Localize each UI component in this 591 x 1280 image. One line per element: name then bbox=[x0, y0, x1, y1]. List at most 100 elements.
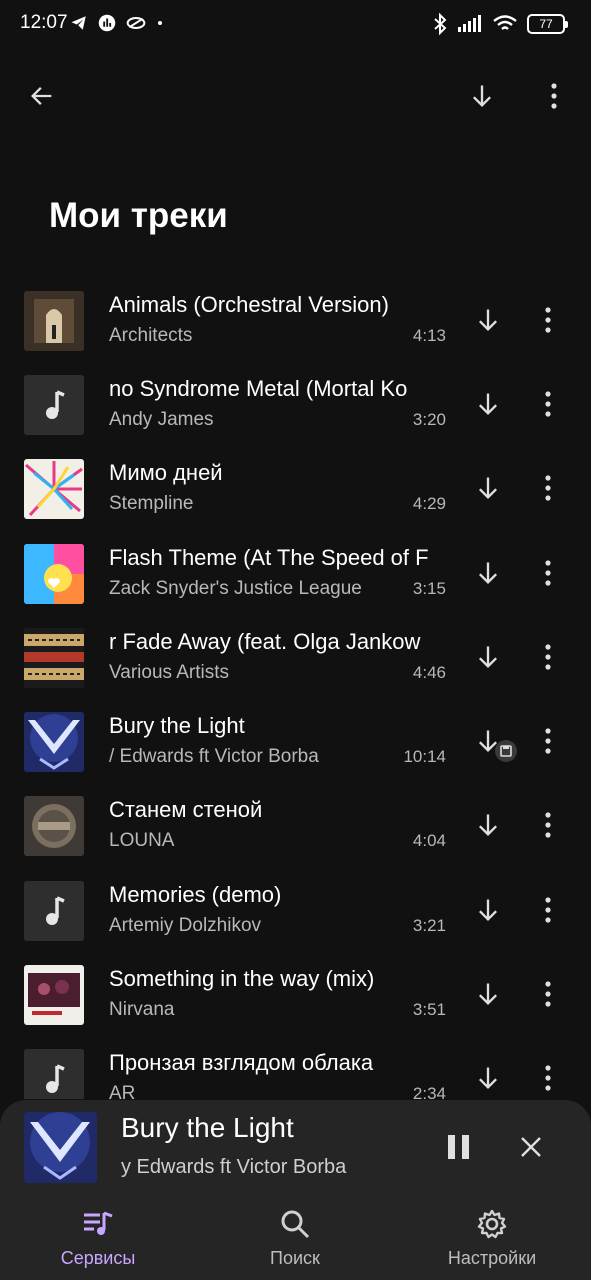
saved-icon bbox=[495, 740, 517, 762]
track-row[interactable]: Memories (demo) Artemiy Dolzhikov 3:21 bbox=[0, 869, 591, 953]
pause-button[interactable] bbox=[436, 1124, 482, 1170]
track-more-button[interactable] bbox=[528, 634, 568, 680]
track-duration: 4:04 bbox=[412, 831, 446, 850]
back-button[interactable] bbox=[18, 72, 66, 120]
download-track-button[interactable] bbox=[465, 381, 511, 427]
track-cover bbox=[24, 965, 84, 1025]
track-more-button[interactable] bbox=[528, 971, 568, 1017]
close-icon bbox=[521, 1137, 541, 1157]
more-vert-icon bbox=[551, 83, 557, 109]
track-duration: 3:15 bbox=[412, 579, 446, 598]
track-artist: Andy James bbox=[109, 409, 214, 430]
cloud-icon bbox=[126, 17, 146, 29]
telegram-icon bbox=[71, 16, 86, 30]
track-duration: 4:46 bbox=[412, 663, 446, 682]
pause-icon bbox=[448, 1135, 469, 1159]
track-more-button[interactable] bbox=[528, 1055, 568, 1099]
track-artist: Various Artists bbox=[109, 662, 230, 683]
download-icon bbox=[479, 983, 497, 1005]
mini-player-cover[interactable] bbox=[24, 1112, 97, 1183]
download-icon bbox=[479, 309, 497, 331]
music-note-icon bbox=[24, 1049, 84, 1099]
track-cover bbox=[24, 628, 84, 688]
download-all-button[interactable] bbox=[458, 72, 506, 120]
download-track-button[interactable] bbox=[465, 550, 511, 596]
dot-icon bbox=[158, 21, 162, 25]
track-duration: 3:51 bbox=[412, 1000, 446, 1019]
download-icon bbox=[479, 646, 497, 668]
more-vert-icon bbox=[545, 812, 551, 838]
more-vert-icon bbox=[545, 1065, 551, 1091]
download-track-button[interactable] bbox=[465, 465, 511, 511]
track-title: r Fade Away (feat. Olga Jankow bbox=[109, 629, 421, 654]
nav-item-services[interactable]: Сервисы bbox=[18, 1196, 178, 1280]
track-artist: LOUNA bbox=[109, 830, 175, 851]
track-artist: Stempline bbox=[109, 493, 194, 514]
track-duration: 4:13 bbox=[412, 326, 446, 345]
nav-item-search[interactable]: Поиск bbox=[215, 1196, 375, 1280]
track-row[interactable]: Станем стеной LOUNA 4:04 bbox=[0, 784, 591, 868]
more-vert-icon bbox=[545, 307, 551, 333]
search-icon bbox=[277, 1208, 313, 1240]
nav-label-search: Поиск bbox=[270, 1248, 320, 1268]
download-icon bbox=[479, 899, 497, 921]
track-more-button[interactable] bbox=[528, 718, 568, 764]
track-list[interactable]: Animals (Orchestral Version) Architects 4:… bbox=[0, 279, 591, 1099]
download-icon bbox=[479, 393, 497, 415]
more-vert-icon bbox=[545, 728, 551, 754]
track-more-button[interactable] bbox=[528, 381, 568, 427]
track-artist: AR bbox=[109, 1083, 136, 1099]
track-row[interactable]: Something in the way (mix) Nirvana 3:51 bbox=[0, 953, 591, 1037]
track-artist: Zack Snyder's Justice League bbox=[109, 578, 362, 599]
more-vert-icon bbox=[545, 644, 551, 670]
nav-item-settings[interactable]: Настройки bbox=[412, 1196, 572, 1280]
track-more-button[interactable] bbox=[528, 887, 568, 933]
more-vert-icon bbox=[545, 391, 551, 417]
mini-player-title: Bury the Light bbox=[121, 1112, 294, 1143]
download-track-button[interactable] bbox=[465, 634, 511, 680]
track-more-button[interactable] bbox=[528, 802, 568, 848]
track-row[interactable]: Мимо дней Stempline 4:29 bbox=[0, 447, 591, 531]
close-player-button[interactable] bbox=[508, 1124, 554, 1170]
download-icon bbox=[479, 814, 497, 836]
system-icons: 77 bbox=[433, 13, 568, 35]
track-row[interactable]: Animals (Orchestral Version) Architects 4:… bbox=[0, 279, 591, 363]
download-track-button[interactable] bbox=[465, 802, 511, 848]
wifi-icon bbox=[493, 15, 517, 30]
download-track-button[interactable] bbox=[465, 971, 511, 1017]
track-cover bbox=[24, 291, 84, 351]
download-icon bbox=[479, 1067, 497, 1089]
track-title: Станем стеной bbox=[109, 797, 263, 822]
track-row[interactable]: Bury the Light / Edwards ft Victor Borba 1… bbox=[0, 700, 591, 784]
download-icon bbox=[479, 477, 497, 499]
track-cover bbox=[24, 459, 84, 519]
download-track-button[interactable] bbox=[465, 297, 511, 343]
track-artist: / Edwards ft Victor Borba bbox=[109, 746, 319, 767]
nav-label-settings: Настройки bbox=[447, 1248, 537, 1268]
track-title: Memories (demo) bbox=[109, 882, 282, 907]
music-note-icon bbox=[24, 881, 84, 941]
download-icon bbox=[479, 562, 497, 584]
more-options-button[interactable] bbox=[530, 72, 578, 120]
track-more-button[interactable] bbox=[528, 297, 568, 343]
track-title: Flash Theme (At The Speed of F bbox=[109, 545, 429, 570]
download-track-button[interactable] bbox=[465, 1055, 511, 1099]
track-cover bbox=[24, 796, 84, 856]
download-icon bbox=[473, 85, 491, 107]
track-duration: 4:29 bbox=[412, 494, 446, 513]
nav-label-services: Сервисы bbox=[60, 1248, 136, 1268]
track-row[interactable]: Flash Theme (At The Speed of F Zack Snyde… bbox=[0, 532, 591, 616]
music-note-icon bbox=[24, 375, 84, 435]
track-duration: 2:34 bbox=[412, 1084, 446, 1099]
track-row[interactable]: r Fade Away (feat. Olga Jankow Various Ar… bbox=[0, 616, 591, 700]
download-track-button[interactable] bbox=[465, 887, 511, 933]
track-duration: 3:21 bbox=[412, 916, 446, 935]
track-row[interactable]: no Syndrome Metal (Mortal Ko Andy James 3:… bbox=[0, 363, 591, 447]
track-row[interactable]: Пронзая взглядом облака AR 2:34 bbox=[0, 1037, 591, 1099]
track-more-button[interactable] bbox=[528, 465, 568, 511]
notification-icons bbox=[70, 14, 164, 32]
track-more-button[interactable] bbox=[528, 550, 568, 596]
library-music-icon bbox=[80, 1208, 116, 1240]
status-bar: 12:07 77 bbox=[0, 0, 591, 52]
more-vert-icon bbox=[545, 475, 551, 501]
